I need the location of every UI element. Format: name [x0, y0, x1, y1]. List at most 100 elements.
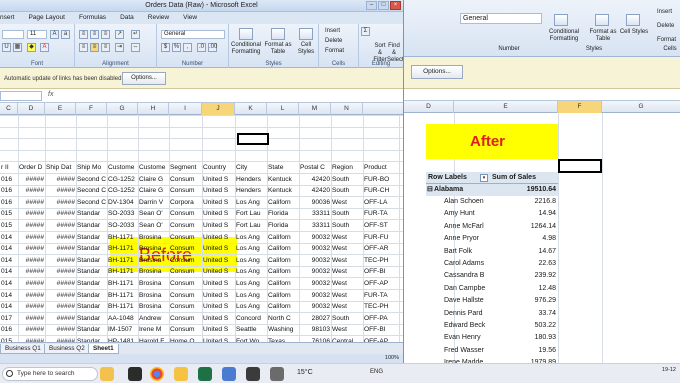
underline-icon[interactable]: U — [2, 43, 11, 52]
data-cell[interactable]: United S — [202, 313, 235, 324]
data-cell[interactable]: Standar — [76, 290, 107, 301]
header-cell[interactable]: Order D — [18, 162, 45, 173]
data-cell[interactable]: 016 — [0, 197, 18, 208]
data-cell[interactable]: ##### — [45, 290, 76, 301]
data-cell[interactable]: 90032 — [299, 266, 331, 277]
right-insert-cells-button[interactable]: Insert — [657, 9, 672, 16]
data-cell[interactable]: IM-1507 — [107, 324, 138, 335]
data-cell[interactable]: TEC-PH — [363, 301, 399, 312]
data-cell[interactable]: ##### — [45, 185, 76, 196]
data-cell[interactable]: Standar — [76, 232, 107, 243]
data-cell[interactable]: BH-1171 — [107, 243, 138, 254]
data-cell[interactable]: 014 — [0, 232, 18, 243]
comma-icon[interactable]: , — [183, 43, 192, 52]
data-cell[interactable]: Los Ang — [235, 301, 267, 312]
data-cell[interactable]: ##### — [45, 208, 76, 219]
data-cell[interactable]: ##### — [18, 243, 45, 254]
pivot-row[interactable]: Fred Wasser 19.56 — [426, 345, 558, 357]
data-cell[interactable]: DV-1304 — [107, 197, 138, 208]
data-cell[interactable]: Standar — [76, 208, 107, 219]
data-cell[interactable]: Los Ang — [235, 197, 267, 208]
data-cell[interactable]: Claire G — [138, 174, 169, 185]
data-cell[interactable]: ##### — [45, 266, 76, 277]
data-cell[interactable]: United S — [202, 185, 235, 196]
data-cell[interactable]: OFF-ST — [363, 220, 399, 231]
minimize-button[interactable]: – — [366, 1, 377, 10]
currency-icon[interactable]: $ — [161, 43, 170, 52]
data-cell[interactable]: 016 — [0, 174, 18, 185]
pivot-row[interactable]: Dave Hallste 976.29 — [426, 295, 558, 307]
orientation-icon[interactable]: ↗ — [115, 30, 124, 39]
tab-insert[interactable]: nsert — [0, 12, 14, 24]
data-cell[interactable]: Claire G — [138, 185, 169, 196]
column-header-i[interactable]: I — [169, 103, 202, 115]
conditional-formatting-button[interactable]: Conditional Formatting — [229, 42, 263, 56]
tab-page-layout[interactable]: Page Layout — [28, 12, 65, 24]
data-cell[interactable]: ##### — [45, 255, 76, 266]
header-cell[interactable]: r II — [0, 162, 18, 173]
merge-center-icon[interactable]: ⇔ — [131, 43, 140, 52]
header-cell[interactable]: Custome — [138, 162, 169, 173]
right-cell-styles-icon[interactable] — [626, 14, 640, 26]
data-cell[interactable]: South — [331, 220, 363, 231]
data-cell[interactable]: TEC-PH — [363, 255, 399, 266]
data-cell[interactable]: 90032 — [299, 255, 331, 266]
data-cell[interactable]: Concord — [235, 313, 267, 324]
right-conditional-formatting-icon[interactable] — [554, 14, 568, 26]
data-cell[interactable]: CG-1252 — [107, 185, 138, 196]
align-bottom-icon[interactable]: ≡ — [101, 30, 110, 39]
data-cell[interactable]: OFF-BI — [363, 324, 399, 335]
data-cell[interactable]: Consum — [169, 313, 202, 324]
data-cell[interactable]: United S — [202, 243, 235, 254]
data-cell[interactable]: 42420 — [299, 174, 331, 185]
app-icon-2[interactable] — [246, 367, 260, 381]
fx-icon[interactable]: fx — [48, 91, 53, 98]
data-cell[interactable]: Brosina — [138, 278, 169, 289]
data-cell[interactable]: Californ — [267, 290, 299, 301]
data-cell[interactable]: Second C — [76, 197, 107, 208]
data-cell[interactable]: ##### — [18, 185, 45, 196]
data-cell[interactable]: 90032 — [299, 232, 331, 243]
data-cell[interactable]: ##### — [18, 301, 45, 312]
data-cell[interactable]: ##### — [45, 220, 76, 231]
font-size-box[interactable]: 11 — [27, 30, 47, 39]
data-cell[interactable]: United S — [202, 278, 235, 289]
data-cell[interactable]: 014 — [0, 290, 18, 301]
selected-cell[interactable] — [237, 133, 269, 145]
data-cell[interactable]: 90032 — [299, 290, 331, 301]
header-cell[interactable]: State — [267, 162, 299, 173]
data-cell[interactable]: Andrew — [138, 313, 169, 324]
number-format-box[interactable]: General — [161, 30, 225, 39]
zoom-level[interactable]: 100% — [385, 354, 399, 363]
data-cell[interactable]: 90036 — [299, 197, 331, 208]
data-cell[interactable]: SO-2033 — [107, 208, 138, 219]
data-cell[interactable]: Consum — [169, 174, 202, 185]
right-options-button[interactable]: Options... — [411, 65, 463, 79]
data-cell[interactable]: FUR-TA — [363, 208, 399, 219]
data-cell[interactable]: 33311 — [299, 220, 331, 231]
data-cell[interactable]: South — [331, 208, 363, 219]
data-cell[interactable]: Standar — [76, 301, 107, 312]
data-cell[interactable]: Henders — [235, 174, 267, 185]
data-cell[interactable]: Consum — [169, 301, 202, 312]
align-left-icon[interactable]: ≡ — [79, 43, 88, 52]
data-cell[interactable]: Florida — [267, 220, 299, 231]
borders-icon[interactable]: ▦ — [13, 43, 22, 52]
right-format-cells-button[interactable]: Format — [657, 37, 676, 44]
data-cell[interactable]: ##### — [18, 313, 45, 324]
cell-styles-icon[interactable] — [299, 28, 313, 40]
data-cell[interactable]: 33311 — [299, 208, 331, 219]
percent-icon[interactable]: % — [172, 43, 181, 52]
data-cell[interactable]: Sean O' — [138, 208, 169, 219]
data-cell[interactable]: SO-2033 — [107, 220, 138, 231]
data-cell[interactable]: Darrin V — [138, 197, 169, 208]
pivot-row[interactable]: Carol Adams 22.63 — [426, 258, 558, 270]
data-cell[interactable]: Consum — [169, 208, 202, 219]
taskbar-clock[interactable]: 19-12 — [662, 367, 676, 374]
data-cell[interactable]: United S — [202, 290, 235, 301]
data-cell[interactable]: Los Ang — [235, 278, 267, 289]
sheet-tab-business-q1[interactable]: Business Q1 — [0, 344, 46, 354]
decrease-decimal-icon[interactable]: .00 — [208, 43, 217, 52]
sheet-tab-business-q2[interactable]: Business Q2 — [44, 344, 90, 354]
data-cell[interactable]: ##### — [18, 266, 45, 277]
